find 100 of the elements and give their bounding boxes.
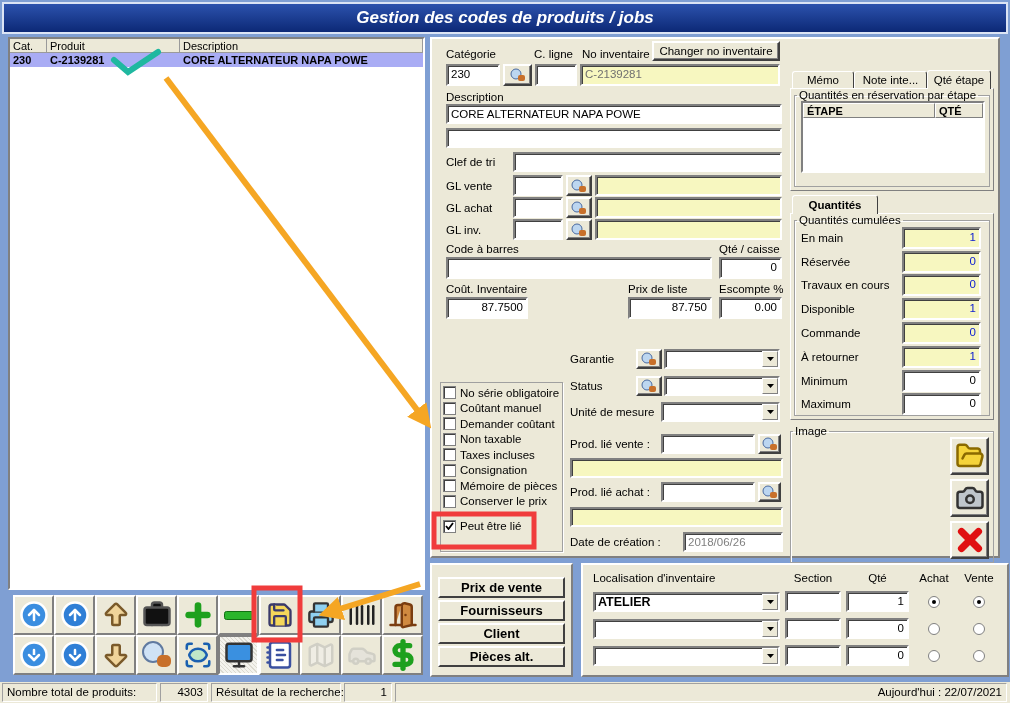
input-field[interactable]: 230 [446,64,500,86]
input-field[interactable] [513,219,563,240]
image-button[interactable] [950,479,989,517]
status-text: Aujourd'hui : 22/07/2021 [395,683,1007,702]
input-field[interactable]: C-2139281 [580,64,780,86]
monitor-icon [223,640,254,670]
input-field[interactable] [513,197,563,218]
dropdown-button[interactable] [762,378,778,394]
dropdown-field[interactable] [661,402,780,422]
field-label: En main [801,230,845,245]
tab[interactable]: Mémo [792,71,854,88]
checkbox[interactable] [443,494,456,508]
dropdown-button[interactable] [762,593,778,610]
dropdown-button[interactable] [762,404,778,420]
input-field[interactable]: 0 [902,369,981,392]
dropdown-field[interactable] [664,376,780,396]
lookup-button[interactable] [503,64,532,86]
input-field[interactable] [513,175,563,196]
status-text: Nombre total de produits: [2,683,157,702]
image-button[interactable] [950,521,989,559]
tab[interactable]: Note inte... [854,71,927,88]
magnifier-icon [761,485,778,499]
checkbox[interactable] [443,463,456,477]
action-button[interactable]: Prix de vente [438,577,565,598]
radio-button[interactable] [973,622,985,635]
input-field[interactable] [595,175,782,196]
radio-button[interactable] [928,595,940,608]
dropdown-button[interactable] [762,620,778,637]
input-field[interactable] [446,257,712,279]
dropdown-field[interactable] [593,645,780,666]
input-field[interactable] [535,64,577,86]
dropdown-field[interactable]: ATELIER [593,591,780,612]
radio-button[interactable] [973,649,985,662]
input-field[interactable] [446,128,782,148]
input-field[interactable]: 1 [902,226,981,249]
checkbox[interactable] [443,386,456,400]
column-header[interactable]: ÉTAPE [803,103,935,118]
input-field[interactable]: 2018/06/26 [683,532,783,552]
check-icon [445,522,454,531]
input-field[interactable]: 0 [902,393,981,416]
change-number-button[interactable]: Changer no inventaire [652,41,780,61]
checkbox[interactable] [443,432,456,446]
input-field[interactable]: 87.750 [628,297,712,319]
lookup-button[interactable] [758,482,781,502]
input-field[interactable]: 1 [902,345,981,368]
action-button[interactable]: Client [438,623,565,644]
input-field[interactable]: 0 [719,257,782,279]
column-header[interactable]: Cat. [10,39,47,53]
input-field[interactable]: 0 [902,322,981,345]
tab[interactable]: Qté étape [927,70,991,89]
lookup-button[interactable] [566,197,592,218]
input-field[interactable]: 87.7500 [446,297,528,319]
input-field[interactable]: 0 [902,274,981,297]
toolbar-button[interactable] [218,635,259,675]
input-field[interactable]: 0 [846,645,909,666]
product-row[interactable]: 230 C-2139281 CORE ALTERNATEUR NAPA POWE [10,53,423,67]
radio-button[interactable] [928,622,940,635]
column-header[interactable]: Description [180,39,423,53]
magnifier-icon [140,640,173,670]
dropdown-field[interactable] [664,349,780,369]
input-field[interactable] [513,152,782,172]
input-field[interactable]: 0 [902,250,981,273]
field-label: Qté / caisse [719,242,780,256]
radio-button[interactable] [928,649,940,662]
input-field[interactable] [570,458,783,478]
input-field[interactable] [661,482,755,502]
checkbox[interactable] [443,519,456,533]
dropdown-field[interactable] [593,618,780,639]
checkbox[interactable] [443,401,456,415]
input-field[interactable] [785,591,841,612]
input-field[interactable] [785,645,841,666]
lookup-button[interactable] [636,376,662,396]
input-field[interactable] [785,618,841,639]
dropdown-button[interactable] [762,351,778,367]
lookup-button[interactable] [758,434,781,454]
dropdown-button[interactable] [762,647,778,664]
column-header[interactable]: QTÉ [935,103,983,118]
window-title: Gestion des codes de produits / jobs [356,8,654,28]
input-field[interactable]: 0 [846,618,909,639]
input-field[interactable]: 0.00 [719,297,782,319]
action-button[interactable]: Fournisseurs [438,600,565,621]
magnifier-icon [509,68,526,82]
lookup-button[interactable] [566,219,592,240]
image-button[interactable] [950,437,989,475]
lookup-button[interactable] [636,349,662,369]
input-field[interactable] [570,507,783,527]
lookup-button[interactable] [566,175,592,196]
input-field[interactable]: 1 [902,298,981,321]
input-field[interactable] [661,434,755,454]
input-field[interactable]: CORE ALTERNATEUR NAPA POWE [446,104,782,124]
input-field[interactable] [595,219,782,240]
action-button[interactable]: Pièces alt. [438,646,565,667]
checkbox[interactable] [443,479,456,493]
input-field[interactable] [595,197,782,218]
radio-button[interactable] [973,595,985,608]
checkbox[interactable] [443,417,456,431]
input-field[interactable]: 1 [846,591,909,612]
checkbox[interactable] [443,448,456,462]
tab[interactable]: Quantités [792,195,878,214]
column-header[interactable]: Produit [47,39,180,53]
